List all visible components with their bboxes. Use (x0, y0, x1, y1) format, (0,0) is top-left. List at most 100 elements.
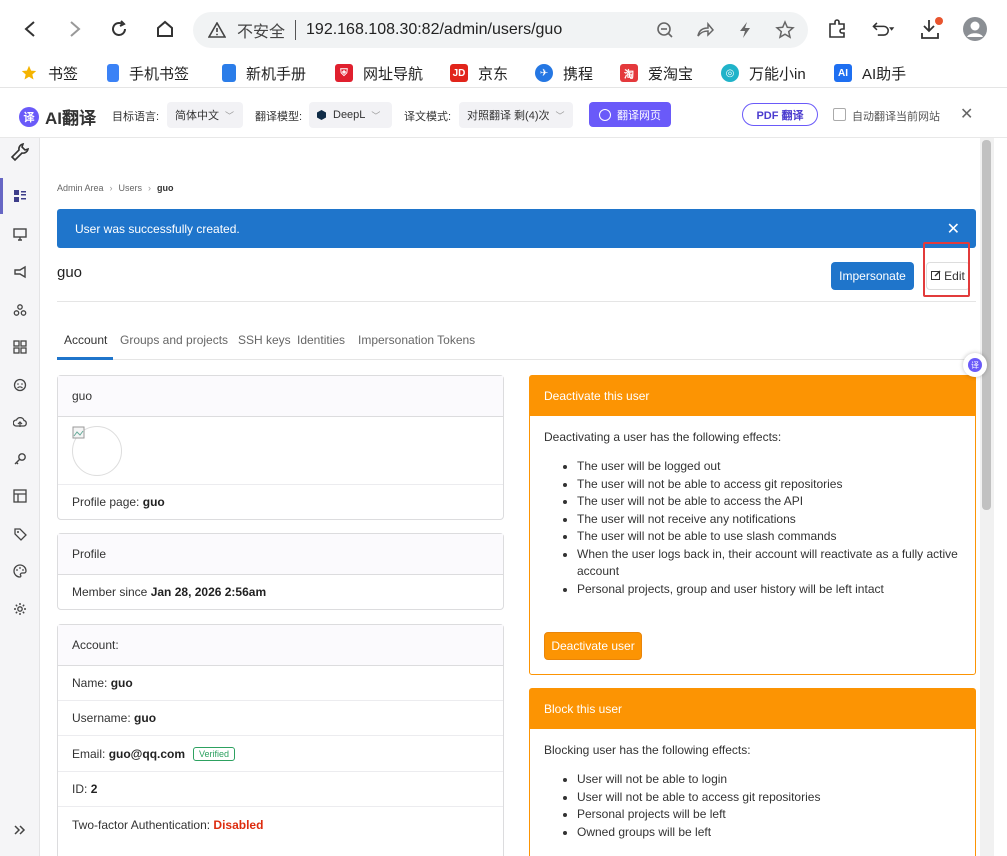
list-item: Owned groups will be left (577, 824, 961, 842)
bookmark-label: 网址导航 (363, 65, 424, 83)
zoom-icon[interactable] (655, 20, 675, 40)
translate-icon: 译 (968, 358, 982, 372)
home-icon[interactable] (150, 14, 180, 44)
browser-toolbar: 不安全 192.168.108.30:82/admin/users/guo (0, 0, 1007, 58)
profile-card: Profile Member since Jan 28, 2026 2:56am (57, 533, 504, 610)
label-icon[interactable] (10, 524, 30, 544)
block-card: Block this user Blocking user has the fo… (529, 688, 976, 856)
bookmark-item[interactable]: 书签 (20, 61, 78, 85)
name-row: Name: guo (58, 666, 503, 701)
username-value: guo (134, 711, 157, 725)
mode-label: 译文模式: (404, 111, 452, 123)
url-text[interactable]: 192.168.108.30:82/admin/users/guo (306, 21, 562, 39)
list-item: Personal projects, group and user histor… (577, 581, 961, 599)
auto-translate-label: 自动翻译当前网站 (852, 111, 940, 123)
ai-translate-logo: 译 AI翻译 (19, 104, 96, 129)
star-icon[interactable] (775, 20, 795, 40)
applications-icon[interactable] (10, 337, 30, 357)
deactivate-intro: Deactivating a user has the following ef… (544, 430, 782, 444)
megaphone-icon[interactable] (10, 262, 30, 282)
deactivate-card: Deactivate this user Deactivating a user… (529, 375, 976, 675)
tfa-label: Two-factor Authentication: (72, 817, 211, 832)
tab-account[interactable]: Account (64, 333, 107, 347)
tfa-status: Disabled (213, 817, 264, 832)
profile-page-label: Profile page: (72, 495, 140, 509)
close-icon[interactable]: ✕ (960, 104, 973, 124)
phone-icon (107, 64, 119, 82)
bookmark-item[interactable]: ⛨ 网址导航 (335, 61, 423, 85)
list-item: Personal projects will be left (577, 806, 961, 824)
target-lang-select[interactable]: 简体中文 ﹀ (167, 102, 243, 128)
translate-icon (599, 108, 611, 121)
bookmark-item[interactable]: ✈ 携程 (535, 61, 593, 85)
close-icon[interactable]: ✕ (947, 219, 960, 239)
email-value[interactable]: guo@qq.com (109, 747, 185, 761)
list-item: The user will not be able to access the … (577, 493, 961, 511)
avatar-row (58, 417, 503, 485)
profile-avatar-icon[interactable] (962, 16, 988, 42)
bookmark-item[interactable]: JD 京东 (450, 61, 508, 85)
tab-ssh-keys[interactable]: SSH keys (238, 333, 291, 347)
back-icon[interactable] (15, 14, 45, 44)
palette-icon[interactable] (10, 561, 30, 581)
expand-sidebar-icon[interactable] (10, 820, 30, 840)
pdf-translate-button[interactable]: PDF 翻译 (742, 103, 818, 126)
header-divider (57, 301, 976, 302)
bookmarks-bar: 书签 手机书签 新机手册 ⛨ 网址导航 JD 京东 ✈ 携程 淘 爱淘宝 ◎ 万… (0, 58, 1007, 88)
key-icon[interactable] (10, 449, 30, 469)
download-icon[interactable] (918, 16, 944, 42)
sidebar-active-indicator (0, 178, 3, 214)
star-icon (20, 64, 38, 82)
address-bar[interactable]: 不安全 192.168.108.30:82/admin/users/guo (193, 12, 808, 48)
breadcrumb-users[interactable]: Users (119, 183, 143, 193)
breadcrumb-admin-area[interactable]: Admin Area (57, 183, 104, 193)
extensions-icon[interactable] (824, 16, 850, 42)
cloud-upload-icon[interactable] (10, 412, 30, 432)
model-select[interactable]: DeepL ﹀ (309, 102, 392, 128)
list-item: When the user logs back in, their accoun… (577, 546, 961, 581)
bookmark-item[interactable]: AI AI助手 (834, 61, 906, 85)
username-row: Username: guo (58, 701, 503, 736)
ctrip-icon: ✈ (535, 64, 553, 82)
overview-icon[interactable] (10, 186, 30, 206)
monitor-icon[interactable] (10, 224, 30, 244)
bookmark-item[interactable]: 新机手册 (222, 61, 306, 85)
hooks-icon[interactable] (10, 300, 30, 320)
impersonate-button[interactable]: Impersonate (831, 262, 914, 290)
auto-translate-checkbox[interactable] (833, 108, 846, 121)
list-item: The user will not be able to use slash c… (577, 528, 961, 546)
tab-identities[interactable]: Identities (297, 333, 345, 347)
floating-translate-button[interactable]: 译 (963, 353, 987, 377)
reload-icon[interactable] (104, 14, 134, 44)
abuse-reports-icon[interactable] (10, 375, 30, 395)
layout-icon[interactable] (10, 486, 30, 506)
profile-page-link[interactable]: guo (143, 495, 165, 509)
chevron-down-icon: ﹀ (225, 110, 235, 121)
profile-card-header: Profile (58, 534, 503, 575)
bookmark-label: 书签 (48, 65, 79, 83)
tab-impersonation-tokens[interactable]: Impersonation Tokens (358, 333, 475, 347)
settings-gear-icon[interactable] (10, 599, 30, 619)
translate-icon: 译 (19, 106, 39, 127)
jd-icon: JD (450, 64, 468, 82)
breadcrumb-current-user[interactable]: guo (157, 183, 174, 193)
undo-menu-icon[interactable] (870, 16, 896, 42)
mode-select[interactable]: 对照翻译 剩(4)次 ﹀ (459, 102, 573, 128)
translate-page-label: 翻译网页 (617, 109, 661, 122)
wrench-icon[interactable] (10, 142, 30, 162)
scrollbar-thumb[interactable] (982, 140, 991, 510)
lightning-icon[interactable] (735, 20, 755, 40)
success-alert: User was successfully created. ✕ (57, 209, 976, 248)
bookmark-item[interactable]: 淘 爱淘宝 (620, 61, 693, 85)
id-row: ID: 2 (58, 772, 503, 807)
admin-sidebar (0, 138, 40, 856)
forward-icon[interactable] (60, 14, 90, 44)
bookmark-item[interactable]: ◎ 万能小in (721, 61, 806, 85)
deactivate-user-button[interactable]: Deactivate user (544, 632, 642, 660)
share-icon[interactable] (695, 20, 715, 40)
translate-page-button[interactable]: 翻译网页 (589, 102, 671, 127)
deactivate-card-body: Deactivating a user has the following ef… (530, 416, 975, 612)
tab-groups-and-projects[interactable]: Groups and projects (120, 333, 228, 347)
bookmark-item[interactable]: 手机书签 (107, 61, 189, 85)
user-card-header: guo (58, 376, 503, 417)
